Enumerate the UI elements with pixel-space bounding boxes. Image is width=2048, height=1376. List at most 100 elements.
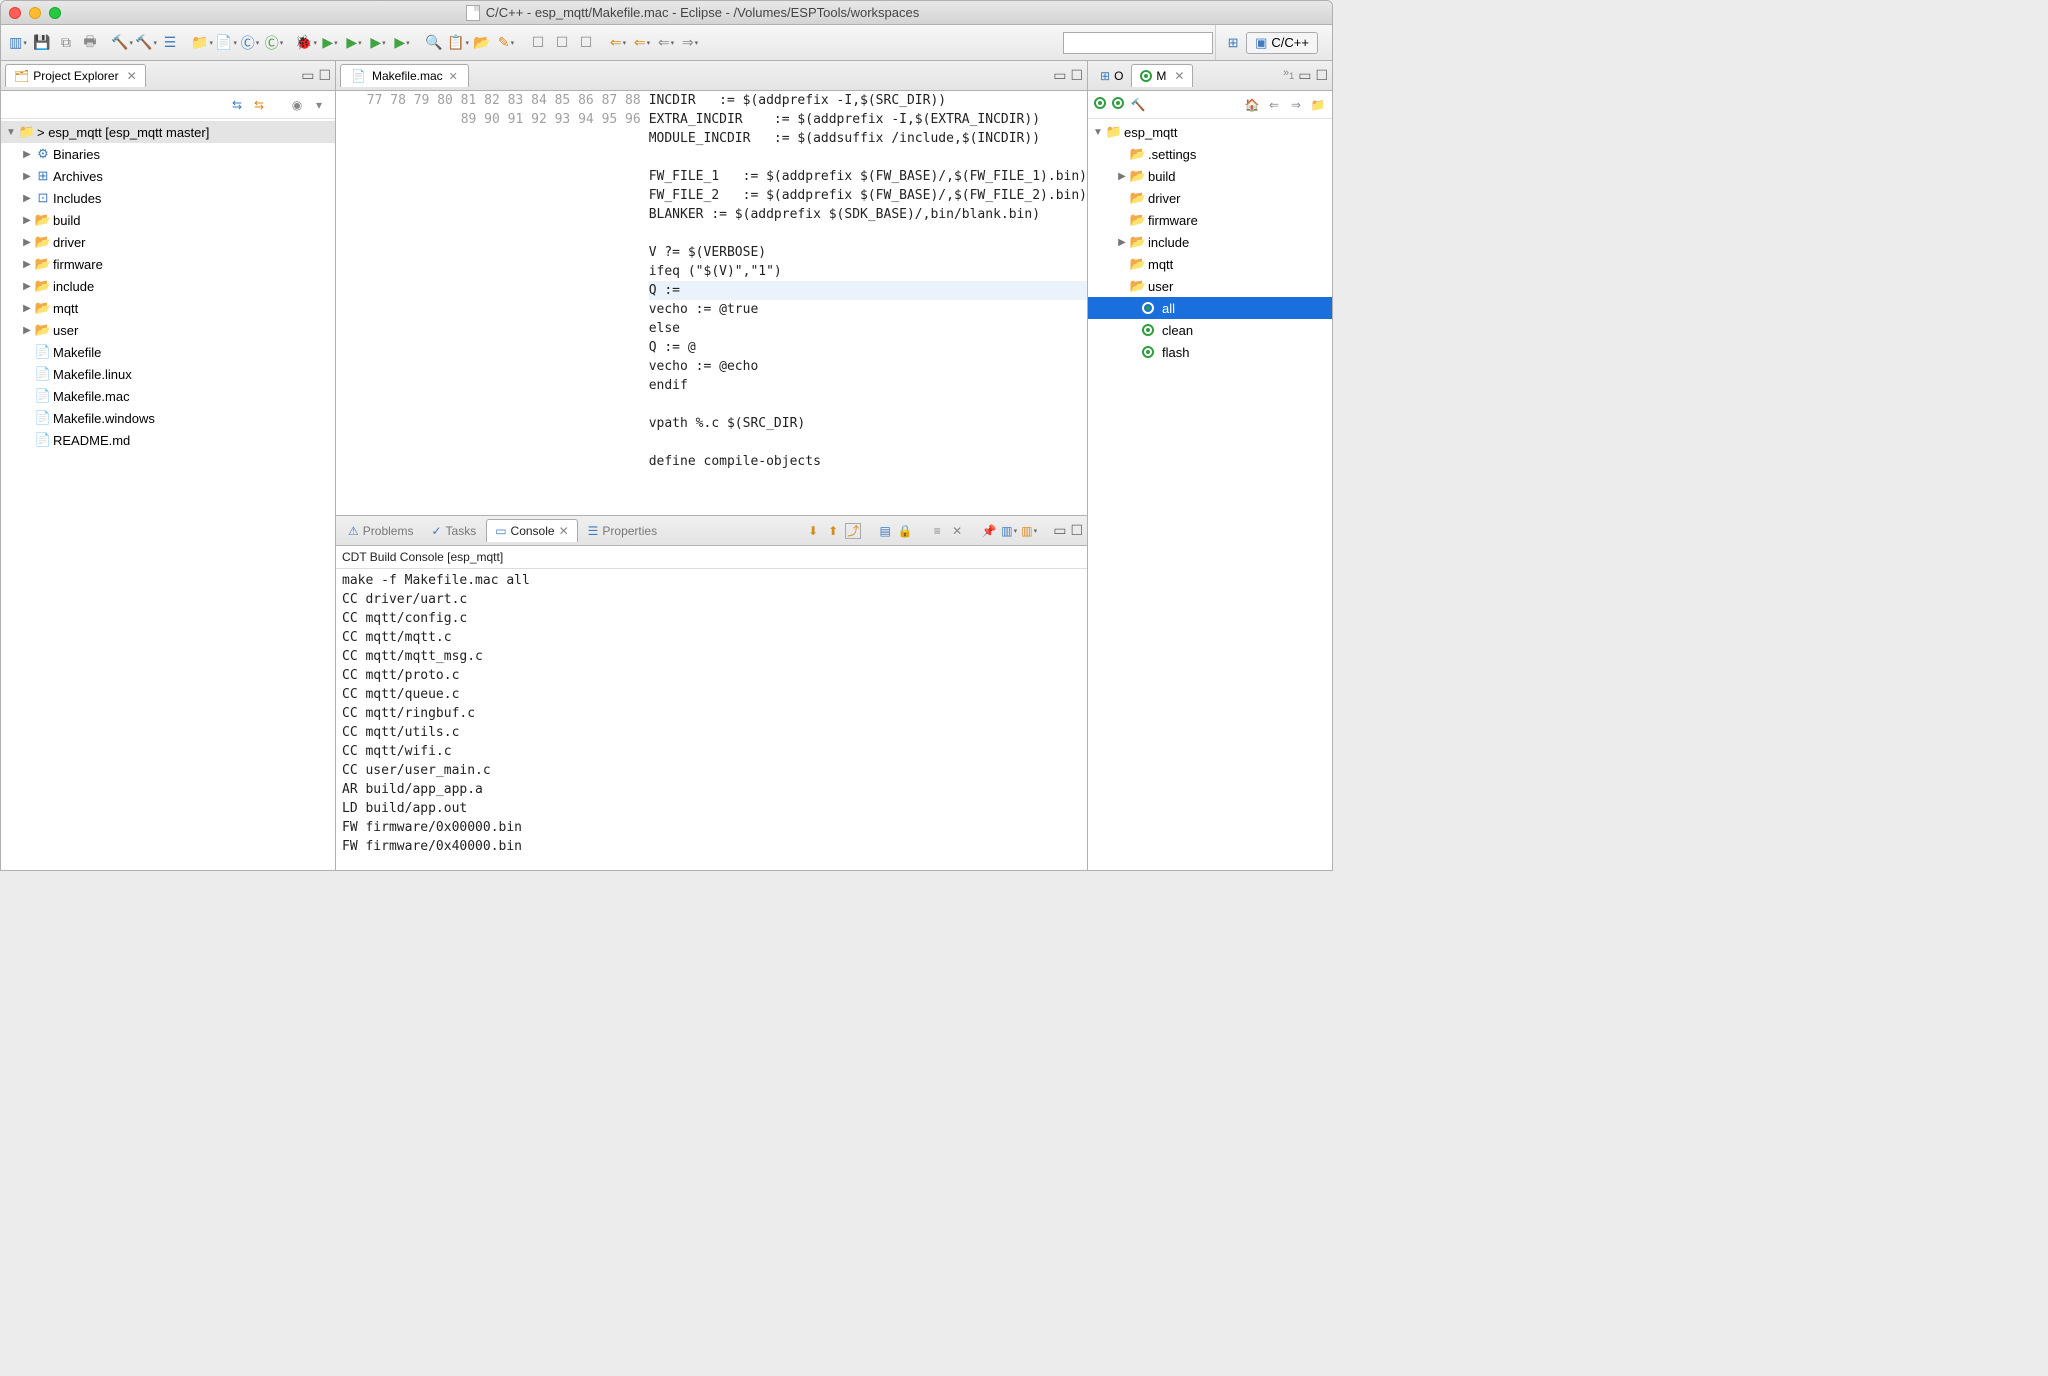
run-button[interactable]: ▶▾ xyxy=(319,32,341,54)
tree-row-project[interactable]: ▼ 📁 esp_mqtt xyxy=(1088,121,1332,143)
new-target-button[interactable] xyxy=(1094,97,1106,109)
toggle-button[interactable]: ☰ xyxy=(159,32,181,54)
overflow-button[interactable]: »1 xyxy=(1283,67,1294,84)
console-pin2-button[interactable]: 📌 xyxy=(981,523,997,539)
console-down-button[interactable]: ⬆ xyxy=(825,523,841,539)
project-tree[interactable]: ▼ 📁 > esp_mqtt [esp_mqtt master] ▶⚙Binar… xyxy=(1,119,335,870)
maximize-editor-button[interactable]: ☐ xyxy=(1070,67,1083,84)
code-content[interactable]: INCDIR := $(addprefix -I,$(SRC_DIR)) EXT… xyxy=(649,91,1087,515)
build-button[interactable]: 🔨▾ xyxy=(135,32,157,54)
quick-access-input[interactable] xyxy=(1063,32,1213,54)
minimize-bottom-button[interactable]: ▭ xyxy=(1053,522,1066,539)
tree-item[interactable]: ▶📂include xyxy=(1,275,335,297)
console-pin-button[interactable]: ⤴ xyxy=(845,523,861,539)
tree-item[interactable]: ▶📂mqtt xyxy=(1,297,335,319)
minimize-window-button[interactable] xyxy=(29,7,41,19)
tree-item[interactable]: 📂user xyxy=(1088,275,1332,297)
tree-item[interactable]: ▶📂firmware xyxy=(1,253,335,275)
tb-btn-b[interactable]: ☐ xyxy=(551,32,573,54)
close-icon[interactable]: ✕ xyxy=(1174,69,1184,83)
tree-item[interactable]: 📄Makefile xyxy=(1,341,335,363)
tree-item[interactable]: 📂firmware xyxy=(1088,209,1332,231)
save-all-button[interactable]: ⧉ xyxy=(55,32,77,54)
minimize-view-button[interactable]: ▭ xyxy=(301,67,314,84)
tree-item[interactable]: ▶📂user xyxy=(1,319,335,341)
editor-body[interactable]: 77 78 79 80 81 82 83 84 85 86 87 88 89 9… xyxy=(336,91,1087,515)
build-target-button[interactable]: 🔨 xyxy=(1130,97,1146,113)
edit-target-button[interactable] xyxy=(1112,97,1124,109)
prev-annotation-button[interactable]: ⇐▾ xyxy=(607,32,629,54)
tree-project-root[interactable]: ▼ 📁 > esp_mqtt [esp_mqtt master] xyxy=(1,121,335,143)
focus-task-button[interactable]: ◉ xyxy=(289,97,305,113)
minimize-editor-button[interactable]: ▭ xyxy=(1053,67,1066,84)
tree-item[interactable]: ▶⊡Includes xyxy=(1,187,335,209)
close-window-button[interactable] xyxy=(9,7,21,19)
home-button[interactable]: 🏠 xyxy=(1244,97,1260,113)
console-remove-button[interactable]: ✕ xyxy=(949,523,965,539)
close-icon[interactable]: ✕ xyxy=(559,524,569,538)
next-annotation-button[interactable]: ⇐▾ xyxy=(631,32,653,54)
wand-button[interactable]: ✎▾ xyxy=(495,32,517,54)
save-button[interactable]: 💾 xyxy=(31,32,53,54)
open-type-button[interactable]: Ⓒ▾ xyxy=(263,32,285,54)
tb-btn-a[interactable]: ☐ xyxy=(527,32,549,54)
make-target-flash[interactable]: flash xyxy=(1088,341,1332,363)
tb-btn-c[interactable]: ☐ xyxy=(575,32,597,54)
new-file-button[interactable]: 📄▾ xyxy=(215,32,237,54)
maximize-view-button[interactable]: ☐ xyxy=(318,67,331,84)
tree-item[interactable]: 📂mqtt xyxy=(1088,253,1332,275)
perspective-cpp[interactable]: ▣ C/C++ xyxy=(1246,32,1318,54)
profile-button[interactable]: ▶▾ xyxy=(367,32,389,54)
new-class-button[interactable]: Ⓒ▾ xyxy=(239,32,261,54)
tree-item[interactable]: 📄README.md xyxy=(1,429,335,451)
tree-item[interactable]: ▶📂include xyxy=(1088,231,1332,253)
tree-item[interactable]: 📄Makefile.windows xyxy=(1,407,335,429)
close-icon[interactable]: ✕ xyxy=(127,69,137,83)
project-explorer-tab[interactable]: 🗂 Project Explorer ✕ xyxy=(5,64,146,87)
console-lock-button[interactable]: 🔒 xyxy=(897,523,913,539)
outline-tab[interactable]: ⊞ O xyxy=(1092,65,1131,87)
view-menu-button[interactable]: ▾ xyxy=(311,97,327,113)
tree-item[interactable]: 📄Makefile.linux xyxy=(1,363,335,385)
new-folder-button[interactable]: 📁▾ xyxy=(191,32,213,54)
make-targets-tab[interactable]: M ✕ xyxy=(1131,64,1193,87)
back-button[interactable]: ⇐▾ xyxy=(655,32,677,54)
bottom-tab-problems[interactable]: ⚠Problems xyxy=(340,519,421,542)
tree-item[interactable]: 📂.settings xyxy=(1088,143,1332,165)
print-button[interactable]: 🖶 xyxy=(79,32,101,54)
forward-button[interactable]: ⇒▾ xyxy=(679,32,701,54)
make-target-clean[interactable]: clean xyxy=(1088,319,1332,341)
console-select-button[interactable]: ▥▾ xyxy=(1001,523,1017,539)
tree-item[interactable]: ▶⊞Archives xyxy=(1,165,335,187)
open-perspective-button[interactable]: ⊞ xyxy=(1224,34,1242,52)
new-button[interactable]: ▥▾ xyxy=(7,32,29,54)
tree-item[interactable]: 📄Makefile.mac xyxy=(1,385,335,407)
console-up-button[interactable]: ⬇ xyxy=(805,523,821,539)
tree-item[interactable]: ▶📂build xyxy=(1,209,335,231)
tree-item[interactable]: ▶📂driver xyxy=(1,231,335,253)
external-tools-button[interactable]: ▶▾ xyxy=(391,32,413,54)
make-targets-tree[interactable]: ▼ 📁 esp_mqtt 📂.settings▶📂build📂driver📂fi… xyxy=(1088,119,1332,870)
tree-item[interactable]: ▶⚙Binaries xyxy=(1,143,335,165)
collapse-all-button[interactable]: ⇆ xyxy=(229,97,245,113)
nav-back-button[interactable]: ⇐ xyxy=(1266,97,1282,113)
run-button-2[interactable]: ▶▾ xyxy=(343,32,365,54)
bottom-tab-console[interactable]: ▭Console ✕ xyxy=(486,519,577,542)
tree-item[interactable]: 📂driver xyxy=(1088,187,1332,209)
zoom-window-button[interactable] xyxy=(49,7,61,19)
build-all-button[interactable]: 🔨▾ xyxy=(111,32,133,54)
hide-button[interactable]: 📁 xyxy=(1310,97,1326,113)
console-clear-button[interactable]: ≡ xyxy=(929,523,945,539)
bottom-tab-properties[interactable]: ☰Properties xyxy=(580,519,665,542)
tree-item[interactable]: ▶📂build xyxy=(1088,165,1332,187)
console-new-button[interactable]: ▥▾ xyxy=(1021,523,1037,539)
console-output[interactable]: make -f Makefile.mac all CC driver/uart.… xyxy=(336,569,1087,870)
maximize-right-button[interactable]: ☐ xyxy=(1315,67,1328,84)
link-editor-button[interactable]: ⇆ xyxy=(251,97,267,113)
open-task-button[interactable]: 📋▾ xyxy=(447,32,469,54)
nav-fwd-button[interactable]: ⇒ xyxy=(1288,97,1304,113)
console-display-button[interactable]: ▤ xyxy=(877,523,893,539)
minimize-right-button[interactable]: ▭ xyxy=(1298,67,1311,84)
maximize-bottom-button[interactable]: ☐ xyxy=(1070,522,1083,539)
search-button[interactable]: 🔍 xyxy=(423,32,445,54)
